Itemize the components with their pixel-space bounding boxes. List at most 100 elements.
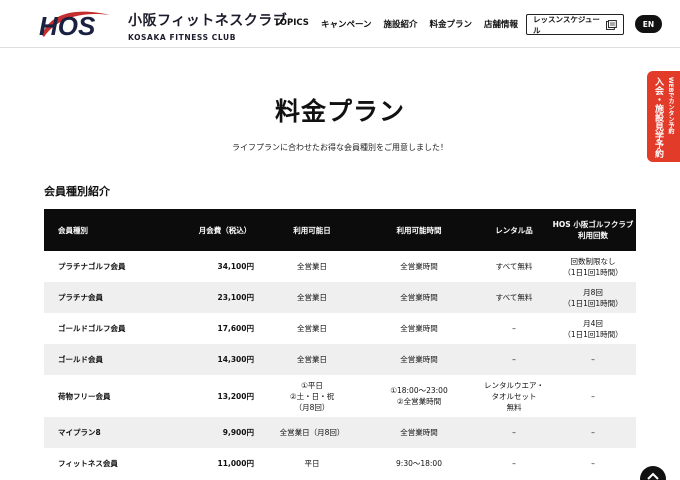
site-header: HOS 小阪フィットネスクラブ KOSAKA FITNESS CLUB TOPI… <box>0 0 680 48</box>
monthly-fee-cell: 13,200円 <box>217 391 254 401</box>
member-type-cell: ゴールド会員 <box>58 355 103 364</box>
available-days-cell-line: 全営業日（月8回） <box>279 428 345 437</box>
rentals-cell-line: – <box>512 428 516 437</box>
available-hours-cell: ①18:00～23:00 ②全営業時間 <box>360 385 478 407</box>
available-hours-cell-line: 全営業時間 <box>400 262 438 271</box>
table-header-row: 会員種別 月会費（税込） 利用可能日 利用可能時間 レンタル品 HOS 小阪ゴルフクラブ利… <box>44 209 636 251</box>
available-hours-cell: 全営業時間 <box>360 354 478 365</box>
logo-text[interactable]: 小阪フィットネスクラブ KOSAKA FITNESS CLUB <box>128 10 287 42</box>
rentals-cell-line: すべて無料 <box>495 262 533 271</box>
golf-usage-cell: 月4回 （1日1回1時間） <box>550 318 636 340</box>
golf-usage-cell-line: – <box>591 459 595 468</box>
lesson-schedule-label: レッスンスケジュール <box>533 14 600 35</box>
available-days-cell-line: 平日 <box>304 459 320 468</box>
golf-usage-cell-line: （1日1回1時間） <box>563 267 623 277</box>
available-days-cell-line: ①平日 <box>301 380 323 390</box>
golf-usage-cell: 月8回 （1日1回1時間） <box>550 287 636 309</box>
calendar-icon <box>606 19 617 30</box>
available-days-cell-line: 全営業日 <box>297 262 327 271</box>
available-hours-cell: 全営業時間 <box>360 427 478 438</box>
rentals-cell: すべて無料 <box>478 292 550 303</box>
membership-table: 会員種別 月会費（税込） 利用可能日 利用可能時間 レンタル品 HOS 小阪ゴルフクラブ利… <box>44 209 636 479</box>
available-hours-cell: 全営業時間 <box>360 261 478 272</box>
available-days-cell: 全営業日（月8回） <box>264 427 360 438</box>
monthly-fee-cell: 17,600円 <box>217 324 254 333</box>
member-type-cell: マイプラン8 <box>58 428 101 437</box>
golf-usage-cell: – <box>550 427 636 438</box>
scroll-to-top-button[interactable] <box>640 466 666 480</box>
golf-usage-cell: – <box>550 391 636 402</box>
rentals-cell-line: レンタルウエア・ <box>484 380 544 390</box>
member-type-cell: 荷物フリー会員 <box>58 391 111 401</box>
golf-usage-cell: 回数制限なし （1日1回1時間） <box>550 256 636 278</box>
table-row: 荷物フリー会員 13,200円 ①平日 ②土・日・祝 （月8回） ①18:00～23:00… <box>44 375 636 417</box>
rentals-cell: – <box>478 323 550 334</box>
header-golf-usage: HOS 小阪ゴルフクラブ 利用回数 <box>550 219 636 241</box>
language-en-button[interactable]: EN <box>635 15 662 33</box>
rentals-cell-line: すべて無料 <box>495 293 533 302</box>
table-row: プラチナ会員 23,100円 全営業日 全営業時間 すべて無料 月8回 （1日1回1時間） <box>44 282 636 313</box>
table-row: ゴールドゴルフ会員 17,600円 全営業日 全営業時間 – 月4回 （1日1回1時間） <box>44 313 636 344</box>
available-days-cell-line: （月8回） <box>294 402 330 412</box>
rentals-cell: すべて無料 <box>478 261 550 272</box>
available-days-cell-line: ②土・日・祝 <box>289 391 335 401</box>
logo-mark-text: HOS <box>39 11 96 39</box>
available-hours-cell-line: 全営業時間 <box>400 355 438 364</box>
rentals-cell-line: – <box>512 324 516 333</box>
nav-campaign[interactable]: キャンペーン <box>321 18 372 30</box>
rentals-cell: – <box>478 354 550 365</box>
golf-usage-cell-line: – <box>591 355 595 364</box>
rentals-cell: – <box>478 427 550 438</box>
main-nav: TOPICS キャンペーン 施設紹介 料金プラン 店舗情報 <box>274 18 530 30</box>
section-title: 会員種別紹介 <box>44 185 110 198</box>
header-available-hours: 利用可能時間 <box>396 225 442 235</box>
monthly-fee-cell: 23,100円 <box>217 293 254 302</box>
table-row: フィットネス会員 11,000円 平日 9:30～18:00 – – <box>44 448 636 479</box>
table-row: プラチナゴルフ会員 34,100円 全営業日 全営業時間 すべて無料 回数制限なし （1日1… <box>44 251 636 282</box>
header-available-days: 利用可能日 <box>293 225 331 235</box>
rentals-cell-line: – <box>512 355 516 364</box>
nav-facilities[interactable]: 施設紹介 <box>384 18 418 30</box>
available-hours-cell-line: 全営業時間 <box>400 293 438 302</box>
available-days-cell: 全営業日 <box>264 292 360 303</box>
available-hours-cell-line: 9:30～18:00 <box>396 459 442 468</box>
member-type-cell: プラチナ会員 <box>58 293 103 302</box>
available-days-cell: 全営業日 <box>264 323 360 334</box>
table-row: マイプラン8 9,900円 全営業日（月8回） 全営業時間 – – <box>44 417 636 448</box>
golf-usage-cell-line: – <box>591 391 595 401</box>
nav-store-info[interactable]: 店舗情報 <box>484 18 518 30</box>
golf-usage-cell: – <box>550 458 636 469</box>
available-days-cell-line: 全営業日 <box>297 324 327 333</box>
rentals-cell: – <box>478 458 550 469</box>
table-row: ゴールド会員 14,300円 全営業日 全営業時間 – – <box>44 344 636 375</box>
rentals-cell-line: タオルセット <box>491 391 537 401</box>
logo-english: KOSAKA FITNESS CLUB <box>128 33 237 42</box>
available-hours-cell: 9:30～18:00 <box>360 458 478 469</box>
rentals-cell: レンタルウエア・ タオルセット 無料 <box>478 380 550 413</box>
header-rentals: レンタル品 <box>495 225 533 235</box>
header-member-type: 会員種別 <box>58 225 88 235</box>
hos-logo[interactable]: HOS <box>36 9 116 39</box>
member-type-cell: フィットネス会員 <box>58 459 118 468</box>
nav-topics[interactable]: TOPICS <box>274 18 309 30</box>
member-type-cell: プラチナゴルフ会員 <box>58 262 126 271</box>
rentals-cell-line: – <box>512 459 516 468</box>
golf-usage-cell-line: 月4回 <box>583 318 603 328</box>
member-type-cell: ゴールドゴルフ会員 <box>58 324 126 333</box>
available-hours-cell-line: ②全営業時間 <box>396 397 442 406</box>
available-hours-cell: 全営業時間 <box>360 292 478 303</box>
header-golf-usage-line: HOS 小阪ゴルフクラブ <box>552 220 634 229</box>
monthly-fee-cell: 9,900円 <box>222 428 254 437</box>
golf-usage-cell-line: – <box>591 428 595 437</box>
table-body: プラチナゴルフ会員 34,100円 全営業日 全営業時間 すべて無料 回数制限なし （1日1… <box>44 251 636 479</box>
available-days-cell-line: 全営業日 <box>297 355 327 364</box>
monthly-fee-cell: 34,100円 <box>217 262 254 271</box>
available-hours-cell: 全営業時間 <box>360 323 478 334</box>
lesson-schedule-button[interactable]: レッスンスケジュール <box>526 14 624 35</box>
available-hours-cell-line: 全営業時間 <box>400 428 438 437</box>
available-days-cell: 平日 <box>264 458 360 469</box>
available-days-cell: 全営業日 <box>264 261 360 272</box>
monthly-fee-cell: 11,000円 <box>217 459 254 468</box>
arrow-up-icon <box>647 472 659 480</box>
nav-pricing[interactable]: 料金プラン <box>430 18 473 30</box>
